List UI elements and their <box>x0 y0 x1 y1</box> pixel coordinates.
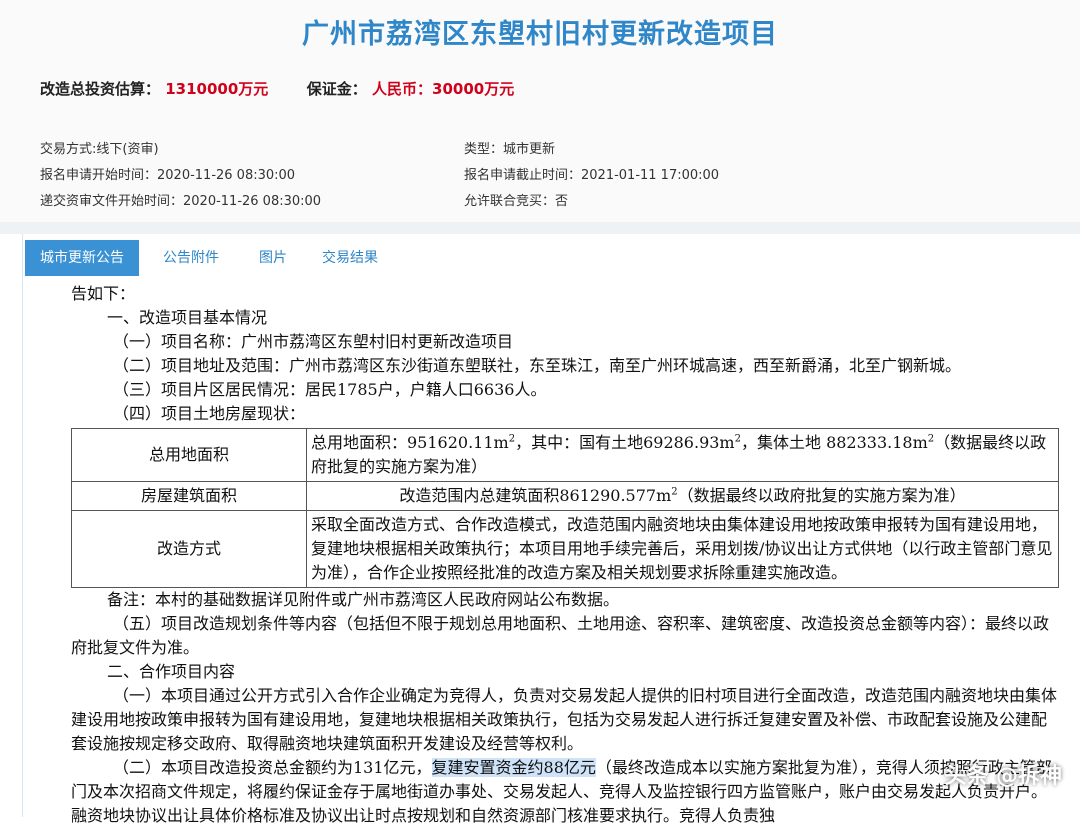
table-row: 总用地面积 总用地面积：951620.11m2，其中：国有土地69286.93m… <box>71 428 1059 482</box>
project-header: 广州市荔湾区东塱村旧村更新改造项目 改造总投资估算： 1310000万元 保证金… <box>0 0 1080 222</box>
doc-line: （五）项目改造规划条件等内容（包括但不限于规划总用地面积、土地用途、容积率、建筑… <box>71 614 1050 657</box>
doc-line: （一）项目名称：广州市荔湾区东塱村旧村更新改造项目 <box>113 332 514 351</box>
section-heading: 二、合作项目内容 <box>107 662 236 681</box>
doc-note: 备注：本村的基础数据详见附件或广州市荔湾区人民政府网站公布数据。 <box>107 590 620 609</box>
submit-start-time: 递交资审文件开始时间：2020-11-26 08:30:00 <box>40 194 322 209</box>
doc-line: （三）项目片区居民情况：居民1785户，户籍人口6636人。 <box>113 380 547 399</box>
tab-results[interactable]: 交易结果 <box>313 240 387 276</box>
table-row: 房屋建筑面积 改造范围内总建筑面积861290.577m2（数据最终以政府批复的… <box>71 481 1059 511</box>
highlighted-text[interactable]: 复建安置资金约88亿元 <box>431 758 596 777</box>
deposit-value: 人民币：30000万元 <box>372 80 515 98</box>
joint-bid: 允许联合竞买：否 <box>464 194 569 209</box>
apply-end-time: 报名申请截止时间：2021-01-11 17:00:00 <box>464 168 720 183</box>
doc-line: （四）项目土地房屋现状： <box>113 404 306 423</box>
announcement-panel: 城市更新公告 公告附件 图片 交易结果 告如下： 一、改造项目基本情况 （一）项… <box>22 234 1080 825</box>
table-key: 房屋建筑面积 <box>71 481 307 511</box>
page-title: 广州市荔湾区东塱村旧村更新改造项目 <box>302 19 778 50</box>
watermark: 头条 @拆神 <box>944 764 1062 789</box>
tab-images[interactable]: 图片 <box>243 240 303 276</box>
doc-paragraph: （一）本项目通过公开方式引入合作企业确定为竞得人，负责对交易发起人提供的旧村项目… <box>71 686 1058 753</box>
announcement-body: 告如下： 一、改造项目基本情况 （一）项目名称：广州市荔湾区东塱村旧村更新改造项… <box>71 282 1061 828</box>
tab-urban-renewal-notice[interactable]: 城市更新公告 <box>25 240 139 276</box>
doc-paragraph: （二）本项目改造投资总金额约为131亿元，复建安置资金约88亿元（最终改造成本以… <box>71 758 1052 825</box>
table-key: 总用地面积 <box>71 428 307 482</box>
trade-method: 交易方式:线下(资审) <box>40 142 159 157</box>
investment-label: 改造总投资估算： <box>40 80 161 98</box>
doc-line: （二）项目地址及范围：广州市荔湾区东沙街道东塱联社，东至珠江，南至广州环城高速，… <box>113 356 962 375</box>
project-type: 类型：城市更新 <box>464 142 556 157</box>
table-value: 总用地面积：951620.11m2，其中：国有土地69286.93m2，集体土地… <box>306 428 1059 482</box>
land-status-table: 总用地面积 总用地面积：951620.11m2，其中：国有土地69286.93m… <box>71 428 1059 588</box>
table-value: 改造范围内总建筑面积861290.577m2（数据最终以政府批复的实施方案为准） <box>306 481 1059 511</box>
doc-line: 告如下： <box>71 284 136 303</box>
deposit-label: 保证金： <box>306 80 367 98</box>
investment-summary: 改造总投资估算： 1310000万元 保证金： 人民币：30000万元 <box>40 78 514 99</box>
section-heading: 一、改造项目基本情况 <box>107 308 268 327</box>
section-divider <box>0 222 1080 234</box>
investment-value: 1310000万元 <box>165 80 269 98</box>
table-row: 改造方式 采取全面改造方式、合作改造模式，改造范围内融资地块由集体建设用地按政策… <box>71 510 1059 588</box>
apply-start-time: 报名申请开始时间：2020-11-26 08:30:00 <box>40 168 296 183</box>
tab-attachments[interactable]: 公告附件 <box>149 240 233 276</box>
table-key: 改造方式 <box>71 510 307 588</box>
table-value: 采取全面改造方式、合作改造模式，改造范围内融资地块由集体建设用地按政策申报转为国… <box>306 510 1059 588</box>
